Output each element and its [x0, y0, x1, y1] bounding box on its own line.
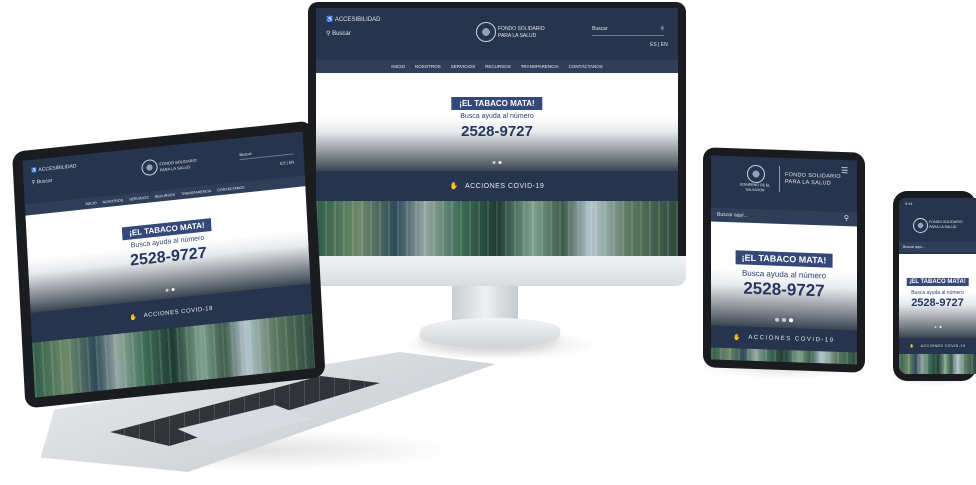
hero-slider: ¡EL TABACO MATA! Busca ayuda al número 2…: [316, 73, 678, 171]
brand-name: FONDO SOLIDARIO PARA LA SALUD: [159, 157, 197, 173]
divider: [779, 165, 780, 192]
slider-dot[interactable]: [165, 288, 169, 292]
hero-slider: ¡EL TABACO MATA! Busca ayuda al número 2…: [899, 254, 976, 338]
main-nav: INICIO NOSOTROS SERVICIOS RECURSOS TRANS…: [316, 60, 678, 73]
slider-dot-active[interactable]: [498, 161, 502, 164]
site-header: GOBIERNO DE EL SALVADOR FONDO SOLIDARIO P…: [711, 155, 857, 213]
search-icon: ⚲: [843, 215, 849, 223]
hero-badge: ¡EL TABACO MATA!: [906, 278, 969, 286]
slider-dot[interactable]: [934, 326, 936, 328]
hero-phone: 2528-9727: [743, 278, 825, 301]
gov-label: GOBIERNO DE EL SALVADOR: [739, 182, 771, 193]
nav-item-transparencia[interactable]: TRANSPARENCIA: [521, 64, 559, 69]
hands-icon: ✋: [129, 314, 138, 322]
search-icon: ⚲: [326, 31, 331, 37]
monitor-screen: ♿ ACCESIBILIDAD ⚲ Buscar FONDO SOLIDARIO…: [316, 8, 678, 256]
slider-dot[interactable]: [782, 317, 786, 323]
accessibility-link[interactable]: ♿ ACCESIBILIDAD: [326, 16, 381, 23]
nav-item-recursos[interactable]: RECURSOS: [485, 64, 511, 69]
nav-item-inicio[interactable]: INICIO: [85, 201, 96, 206]
site-header: 9:41 FONDO SOLIDARIO PARA LA SALUD Buscar…: [899, 198, 976, 254]
search-input[interactable]: Buscar aquí...: [899, 242, 976, 252]
laptop-screen: ♿ ACCESIBILIDAD ⚲ Buscar FONDO SOLIDARIO…: [22, 131, 315, 398]
slider-dot-active[interactable]: [171, 287, 175, 292]
nav-item-nosotros[interactable]: NOSOTROS: [102, 198, 123, 204]
hero-slider: ¡EL TABACO MATA! Busca ayuda al número 2…: [711, 221, 857, 331]
nav-item-contactanos[interactable]: CONTÁCTANOS: [217, 185, 245, 192]
nav-item-servicios[interactable]: SERVICIOS: [129, 195, 149, 201]
nav-item-nosotros[interactable]: NOSOTROS: [415, 64, 441, 69]
hero-help-text: Busca ayuda al número: [911, 290, 964, 296]
slider-dots: [492, 161, 502, 164]
accessibility-icon: ♿: [30, 167, 38, 174]
brand-name: FONDO SOLIDARIO PARA LA SALUD: [785, 172, 841, 187]
search-input[interactable]: Buscar ⚲: [592, 26, 664, 36]
search-link[interactable]: ⚲ Buscar: [32, 178, 53, 186]
hands-icon: ✋: [733, 334, 743, 342]
hero-phone: 2528-9727: [461, 123, 533, 140]
site-header: ♿ ACCESIBILIDAD ⚲ Buscar FONDO SOLIDARIO…: [316, 8, 678, 60]
slider-dot-active[interactable]: [939, 326, 941, 328]
phone-screen: 9:41 FONDO SOLIDARIO PARA LA SALUD Buscar…: [899, 198, 976, 374]
seal-logo: [747, 164, 765, 184]
tablet-screen: GOBIERNO DE EL SALVADOR FONDO SOLIDARIO P…: [711, 155, 857, 365]
slider-dots: [775, 317, 793, 323]
slider-dot[interactable]: [775, 317, 779, 322]
slider-dots: [934, 326, 941, 328]
seal-logo: [141, 158, 158, 177]
language-switch[interactable]: ES | EN: [650, 42, 668, 48]
hero-badge: ¡EL TABACO MATA!: [451, 97, 543, 110]
covid-band[interactable]: ✋ ACCIONES COVID-19: [316, 171, 678, 201]
accessibility-icon: ♿: [326, 17, 334, 23]
hero-help-text: Busca ayuda al número: [460, 113, 534, 120]
brand-name: FONDO SOLIDARIO PARA LA SALUD: [498, 26, 545, 39]
status-time: 9:41: [905, 201, 913, 206]
search-icon: ⚲: [660, 26, 664, 32]
seal-logo: [476, 22, 496, 42]
slider-dots: [165, 287, 175, 292]
seal-logo: [913, 218, 928, 233]
nav-item-servicios[interactable]: SERVICIOS: [451, 64, 475, 69]
nav-item-recursos[interactable]: RECURSOS: [155, 192, 176, 198]
slider-dot-active[interactable]: [789, 318, 793, 323]
nav-item-transparencia[interactable]: TRANSPARENCIA: [181, 189, 212, 196]
photo-strip: [899, 354, 976, 374]
accessibility-link[interactable]: ♿ ACCESIBILIDAD: [31, 163, 77, 174]
monitor-base: [417, 318, 563, 348]
hero-phone: 2528-9727: [911, 297, 964, 309]
search-icon: ⚲: [31, 179, 36, 186]
brand-name: FONDO SOLIDARIO PARA LA SALUD: [929, 220, 963, 229]
monitor-chin: [308, 256, 686, 286]
nav-item-inicio[interactable]: INICIO: [391, 64, 405, 69]
hands-icon: ✋: [909, 344, 915, 348]
hands-icon: ✋: [449, 183, 459, 190]
nav-item-contactanos[interactable]: CONTÁCTANOS: [569, 64, 603, 69]
search-input[interactable]: Buscar: [239, 146, 294, 161]
hero-badge: ¡EL TABACO MATA!: [735, 250, 833, 268]
photo-strip: [316, 201, 678, 256]
covid-band[interactable]: ✋ ACCIONES COVID-19: [899, 338, 976, 354]
search-link[interactable]: ⚲ Buscar: [326, 30, 351, 37]
slider-dot[interactable]: [492, 161, 496, 164]
language-switch[interactable]: ES | EN: [280, 159, 294, 165]
menu-icon[interactable]: ☰: [841, 166, 848, 175]
laptop-lid: ♿ ACCESIBILIDAD ⚲ Buscar FONDO SOLIDARIO…: [12, 120, 326, 409]
